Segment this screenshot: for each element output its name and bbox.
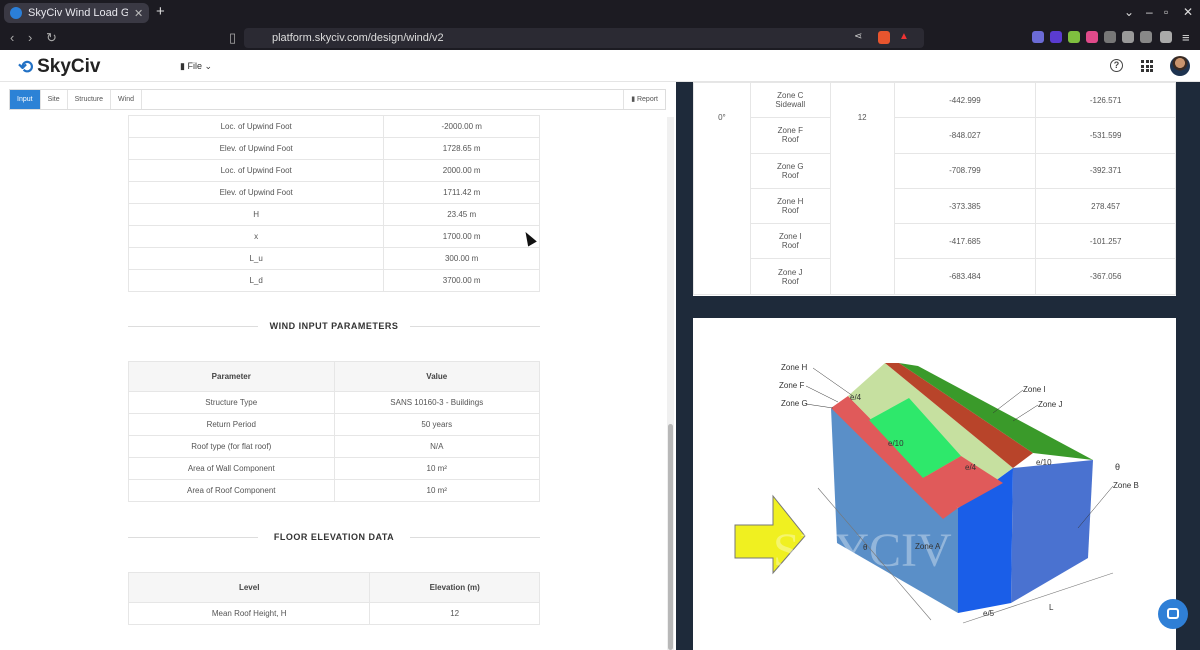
tab-close-icon[interactable]: ✕ [134,7,143,20]
browser-toolbar: ‹ › ↻ ▯ platform.skyciv.com/design/wind/… [0,26,1200,50]
back-icon[interactable]: ‹ [10,30,14,45]
wind-parameters-table: Parameter Value Structure Type SANS 10160-… [128,361,540,502]
wallet-icon[interactable] [1140,31,1152,43]
results-table: 0° Zone C Sidewall 12 -442.999 -126.571 Z… [693,81,1176,295]
avatar[interactable] [1170,56,1190,76]
skyciv-favicon-icon [10,7,22,19]
browser-tab-strip: SkyCiv Wind Load Generator ✕ + ⌄ – ▫ ✕ [0,0,1200,26]
input-tabs: Input Site Structure Wind ▮ Report [9,89,666,110]
extensions-puzzle-icon[interactable] [1104,31,1116,43]
brave-rewards-icon[interactable]: ▲ [899,31,909,42]
tab-site[interactable]: Site [41,90,68,109]
report-button[interactable]: ▮ Report [623,90,665,109]
apps-grid-icon[interactable] [1141,60,1153,72]
table-row: Mean Roof Height, H 12 [127,602,540,625]
table-row: Loc. of Upwind Foot -2000.00 m [127,115,540,138]
table-row: Elev. of Upwind Foot 1711.42 m [127,181,540,204]
e4-dimension-label: e/4 [965,463,977,472]
reload-icon[interactable]: ↻ [46,30,57,46]
url-text: platform.skyciv.com/design/wind/v2 [272,32,444,44]
table-row: Zone F Roof -848.027 -531.599 [694,117,1176,154]
tab-wind[interactable]: Wind [111,90,142,109]
zone-a-label: Zone A [915,542,941,551]
ai-icon[interactable] [1160,31,1172,43]
app-header: ⟲ SkyCiv ▮ File ⌄ ? [0,50,1200,82]
table-row: Roof type (for flat roof) N/A [128,435,540,458]
table-row: Zone I Roof -417.685 -101.257 [694,223,1176,260]
table-row: Loc. of Upwind Foot 2000.00 m [127,159,540,182]
length-dimension-label: L [1049,603,1054,612]
table-row: L_u 300.00 m [127,247,540,270]
extension-icon[interactable] [1086,31,1098,43]
wind-input-parameters-heading: WIND INPUT PARAMETERS [128,321,540,331]
table-row: Zone G Roof -708.799 -392.371 [694,152,1176,189]
theta-label: θ [1115,462,1120,472]
results-panel: 0° Zone C Sidewall 12 -442.999 -126.571 Z… [676,81,1200,650]
sidebar-icon[interactable] [1122,31,1134,43]
scrollbar-thumb[interactable] [668,424,673,650]
table-row: Zone J Roof -683.484 -367.056 [694,258,1176,295]
zone-j-label: Zone J [1038,400,1062,409]
chat-support-button[interactable] [1158,599,1188,629]
table-row: H 23.45 m [127,203,540,226]
zone-b-wall [1011,460,1093,603]
skyciv-logo-icon: ⟲ [18,56,34,77]
maximize-icon[interactable]: ▫ [1164,5,1168,19]
browser-tab[interactable]: SkyCiv Wind Load Generator ✕ [4,3,149,23]
tab-input[interactable]: Input [10,90,41,109]
extension-icon[interactable] [1032,31,1044,43]
chevron-down-icon: ⌄ [201,61,213,71]
table-row: Structure Type SANS 10160-3 - Buildings [128,391,540,414]
help-icon[interactable]: ? [1110,59,1123,72]
results-card: 0° Zone C Sidewall 12 -442.999 -126.571 Z… [693,81,1176,296]
forward-icon[interactable]: › [28,30,32,45]
extension-icon[interactable] [1050,31,1062,43]
tab-list-icon[interactable]: ⌄ [1124,5,1134,19]
zone-g-label: Zone G [781,399,808,408]
zone-f-label: Zone F [779,381,804,390]
wind-zone-diagram: SKYCIV Zone H Zone F Zone G Zone I Zone … [693,318,1176,650]
bookmark-icon[interactable]: ▯ [229,30,236,46]
table-row: Zone H Roof -373.385 278.457 [694,187,1176,225]
building-diagram-svg: SKYCIV Zone H Zone F Zone G Zone I Zone … [734,363,1139,624]
file-menu[interactable]: ▮ File ⌄ [180,61,212,72]
zone-h-label: Zone H [781,363,807,372]
table-row: x 1700.00 m [127,225,540,248]
floor-elevation-data-heading: FLOOR ELEVATION DATA [128,532,540,542]
new-tab-icon[interactable]: + [156,3,165,20]
floor-elevation-table: Level Elevation (m) Mean Roof Height, H 12 [127,572,540,625]
e10-dimension-label: e/10 [1036,458,1052,467]
table-row: Area of Roof Component 10 m² [128,479,540,502]
zone-i-label: Zone I [1023,385,1046,394]
minimize-icon[interactable]: – [1146,5,1153,19]
e4-dimension-label: e/4 [850,393,862,402]
e5-dimension-label: e/5 [983,609,995,618]
share-icon[interactable]: ⋖ [854,31,862,42]
skyciv-logo[interactable]: ⟲ SkyCiv [18,56,100,78]
extension-icon[interactable] [1068,31,1080,43]
table-row: Area of Wall Component 10 m² [128,457,540,480]
theta-dimension-label: θ [863,543,868,552]
table-row: L_d 3700.00 m [127,269,540,292]
tab-title: SkyCiv Wind Load Generator [28,7,128,19]
table-row: Return Period 50 years [128,413,540,436]
url-bar[interactable]: platform.skyciv.com/design/wind/v2 ⋖ ▲ [244,28,924,48]
close-window-icon[interactable]: ✕ [1183,5,1193,19]
brave-shield-icon[interactable] [878,31,890,44]
zone-b-label: Zone B [1113,481,1139,490]
menu-icon[interactable]: ≡ [1182,30,1190,45]
input-panel: Input Site Structure Wind ▮ Report Loc. … [0,82,676,650]
table-row: 0° Zone C Sidewall 12 -442.999 -126.571 [693,81,1176,295]
tab-structure[interactable]: Structure [68,90,112,109]
table-row: Elev. of Upwind Foot 1728.65 m [127,137,540,160]
e10-dimension-label: e/10 [888,439,904,448]
site-table: Loc. of Upwind Foot -2000.00 m Elev. of U… [127,115,540,292]
